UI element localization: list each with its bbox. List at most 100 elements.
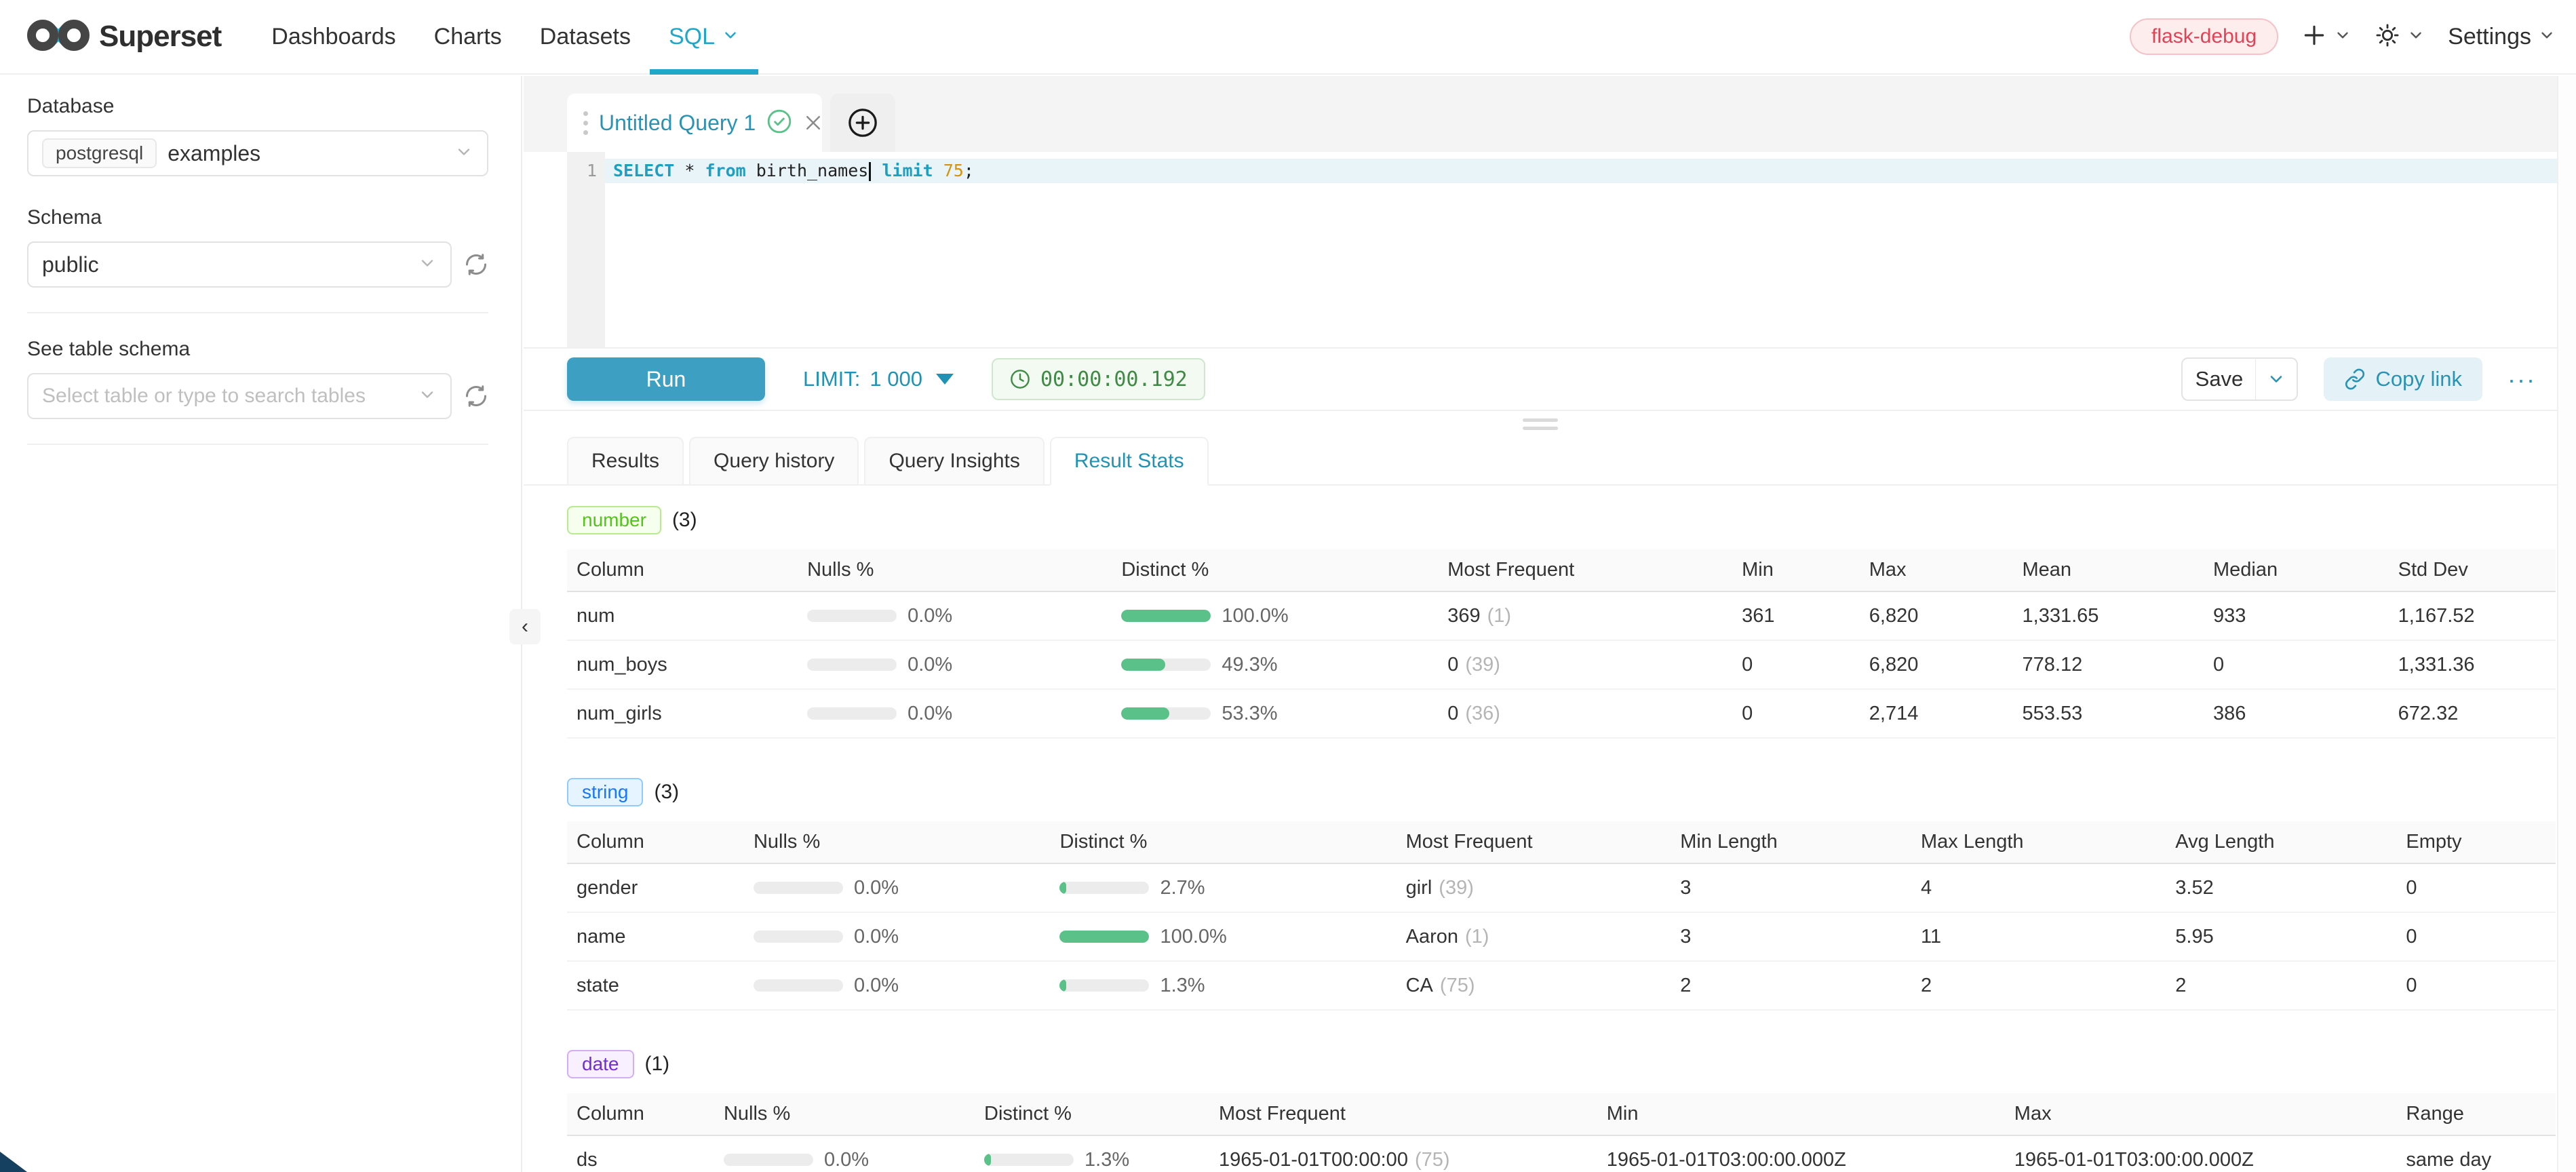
percent-value: 0.0%: [854, 877, 899, 899]
save-button[interactable]: Save: [2181, 357, 2256, 401]
percent-bar: 49.3%: [1121, 654, 1438, 676]
percent-value: 0.0%: [908, 703, 952, 725]
bar-fill: [1121, 659, 1165, 671]
sqllab-sidebar: Database postgresql examples Schema publ…: [0, 76, 522, 1172]
nav-item-dashboards[interactable]: Dashboards: [252, 0, 414, 73]
schema-select-value: public: [42, 252, 99, 277]
run-query-button[interactable]: Run: [567, 357, 765, 401]
percent-cell: 0.0%: [798, 591, 1112, 640]
tab-query-history[interactable]: Query history: [689, 437, 859, 486]
stat-value-cell: 933: [2204, 591, 2389, 640]
nav-item-sql[interactable]: SQL: [650, 0, 758, 73]
tab-results[interactable]: Results: [567, 437, 684, 486]
nav-item-label: Datasets: [540, 24, 631, 50]
bar-track: [754, 979, 843, 992]
stats-section-number: number(3)ColumnNulls %Distinct %Most Fre…: [567, 506, 2556, 739]
header-row: ColumnNulls %Distinct %Most FrequentMinM…: [567, 549, 2556, 591]
query-tab-title: Untitled Query 1: [599, 111, 756, 136]
column-header: Std Dev: [2389, 549, 2556, 591]
table-select[interactable]: Select table or type to search tables: [27, 373, 452, 419]
stat-value-cell: 6,820: [1860, 591, 2013, 640]
header-row: ColumnNulls %Distinct %Most FrequentMinM…: [567, 1093, 2556, 1135]
limit-value: 1 000: [870, 367, 922, 391]
stat-value-cell: 2: [2166, 961, 2396, 1010]
theme-toggle-button[interactable]: [2375, 22, 2425, 52]
query-tab[interactable]: Untitled Query 1: [567, 94, 822, 152]
stat-value-cell: 0: [1732, 640, 1860, 689]
type-tag-row: string (3): [567, 778, 2556, 806]
settings-label: Settings: [2448, 24, 2531, 50]
nav-item-charts[interactable]: Charts: [415, 0, 521, 73]
bar-track: [807, 707, 897, 720]
settings-menu[interactable]: Settings: [2448, 24, 2556, 50]
column-header: Nulls %: [744, 821, 1051, 863]
nav-item-datasets[interactable]: Datasets: [521, 0, 650, 73]
stat-value-cell: 1965-01-01T03:00:00.000Z: [2005, 1135, 2397, 1172]
result-stats-panel: number(3)ColumnNulls %Distinct %Most Fre…: [524, 486, 2557, 1172]
close-tab-icon[interactable]: [803, 113, 823, 133]
save-options-caret[interactable]: [2256, 357, 2298, 401]
percent-bar: 2.7%: [1059, 877, 1396, 899]
column-count: (1): [645, 1053, 670, 1076]
column-count: (3): [654, 781, 679, 804]
percent-value: 0.0%: [908, 605, 952, 627]
navbar-right: flask-debug: [2130, 18, 2556, 55]
page-scrollbar[interactable]: [2557, 76, 2576, 1172]
refresh-schemas-icon[interactable]: [464, 252, 488, 277]
sql-token: from: [705, 161, 745, 180]
schema-select[interactable]: public: [27, 241, 452, 288]
table-row: gender0.0%2.7%girl(39)343.520: [567, 863, 2556, 912]
stat-value-cell: 361: [1732, 591, 1860, 640]
table-schema-label: See table schema: [27, 338, 488, 361]
most-frequent-cell: 0(39): [1438, 640, 1732, 689]
add-query-tab-button[interactable]: [830, 94, 895, 152]
sql-code-editor[interactable]: 1 SELECT * from birth_names limit 75;: [524, 152, 2557, 347]
stat-value-cell: 2: [1911, 961, 2166, 1010]
new-item-button[interactable]: [2301, 22, 2351, 52]
column-name: state: [567, 961, 744, 1010]
superset-logo[interactable]: Superset: [27, 17, 221, 57]
stat-value-cell: 11: [1911, 912, 2166, 961]
schema-label: Schema: [27, 206, 488, 229]
most-frequent-count: (75): [1415, 1149, 1450, 1171]
bar-track: [754, 931, 843, 943]
column-header: Distinct %: [1112, 549, 1438, 591]
pane-resize-handle[interactable]: [524, 411, 2557, 437]
chevron-down-icon: [418, 385, 437, 408]
bar-track: [754, 882, 843, 894]
copy-link-button[interactable]: Copy link: [2324, 357, 2482, 401]
column-header: Most Frequent: [1397, 821, 1671, 863]
more-actions-button[interactable]: ...: [2508, 368, 2537, 391]
percent-cell: 53.3%: [1112, 689, 1438, 738]
column-count: (3): [672, 509, 697, 532]
percent-value: 53.3%: [1222, 703, 1277, 725]
most-frequent-value: Aaron: [1406, 926, 1458, 948]
column-header: Max: [2005, 1093, 2397, 1135]
database-select[interactable]: postgresql examples: [27, 130, 488, 176]
brand-name: Superset: [99, 20, 221, 54]
drag-handle-icon[interactable]: [583, 111, 588, 135]
table-select-placeholder: Select table or type to search tables: [42, 385, 366, 408]
most-frequent-cell: girl(39): [1397, 863, 1671, 912]
bar-track: [984, 1154, 1074, 1166]
bar-fill: [984, 1154, 991, 1166]
collapse-sidebar-button[interactable]: ‹: [509, 609, 541, 644]
bar-track: [1121, 707, 1211, 720]
column-header: Median: [2204, 549, 2389, 591]
percent-cell: 0.0%: [744, 912, 1051, 961]
table-row: ds0.0%1.3%1965-01-01T00:00:00(75)1965-01…: [567, 1135, 2556, 1172]
percent-value: 49.3%: [1222, 654, 1277, 676]
sql-token: 75: [943, 161, 964, 180]
percent-value: 0.0%: [854, 975, 899, 997]
plus-icon: [2301, 22, 2327, 52]
limit-dropdown[interactable]: LIMIT: 1 000: [803, 367, 954, 391]
column-header: Min: [1732, 549, 1860, 591]
type-tag-string: string: [567, 778, 643, 806]
refresh-tables-icon[interactable]: [464, 384, 488, 408]
tab-result-stats[interactable]: Result Stats: [1050, 437, 1209, 486]
column-header: Max Length: [1911, 821, 2166, 863]
most-frequent-count: (75): [1440, 975, 1475, 996]
most-frequent-cell: 1965-01-01T00:00:00(75): [1209, 1135, 1597, 1172]
tab-query-insights[interactable]: Query Insights: [864, 437, 1044, 486]
chevron-down-icon: [454, 142, 473, 165]
